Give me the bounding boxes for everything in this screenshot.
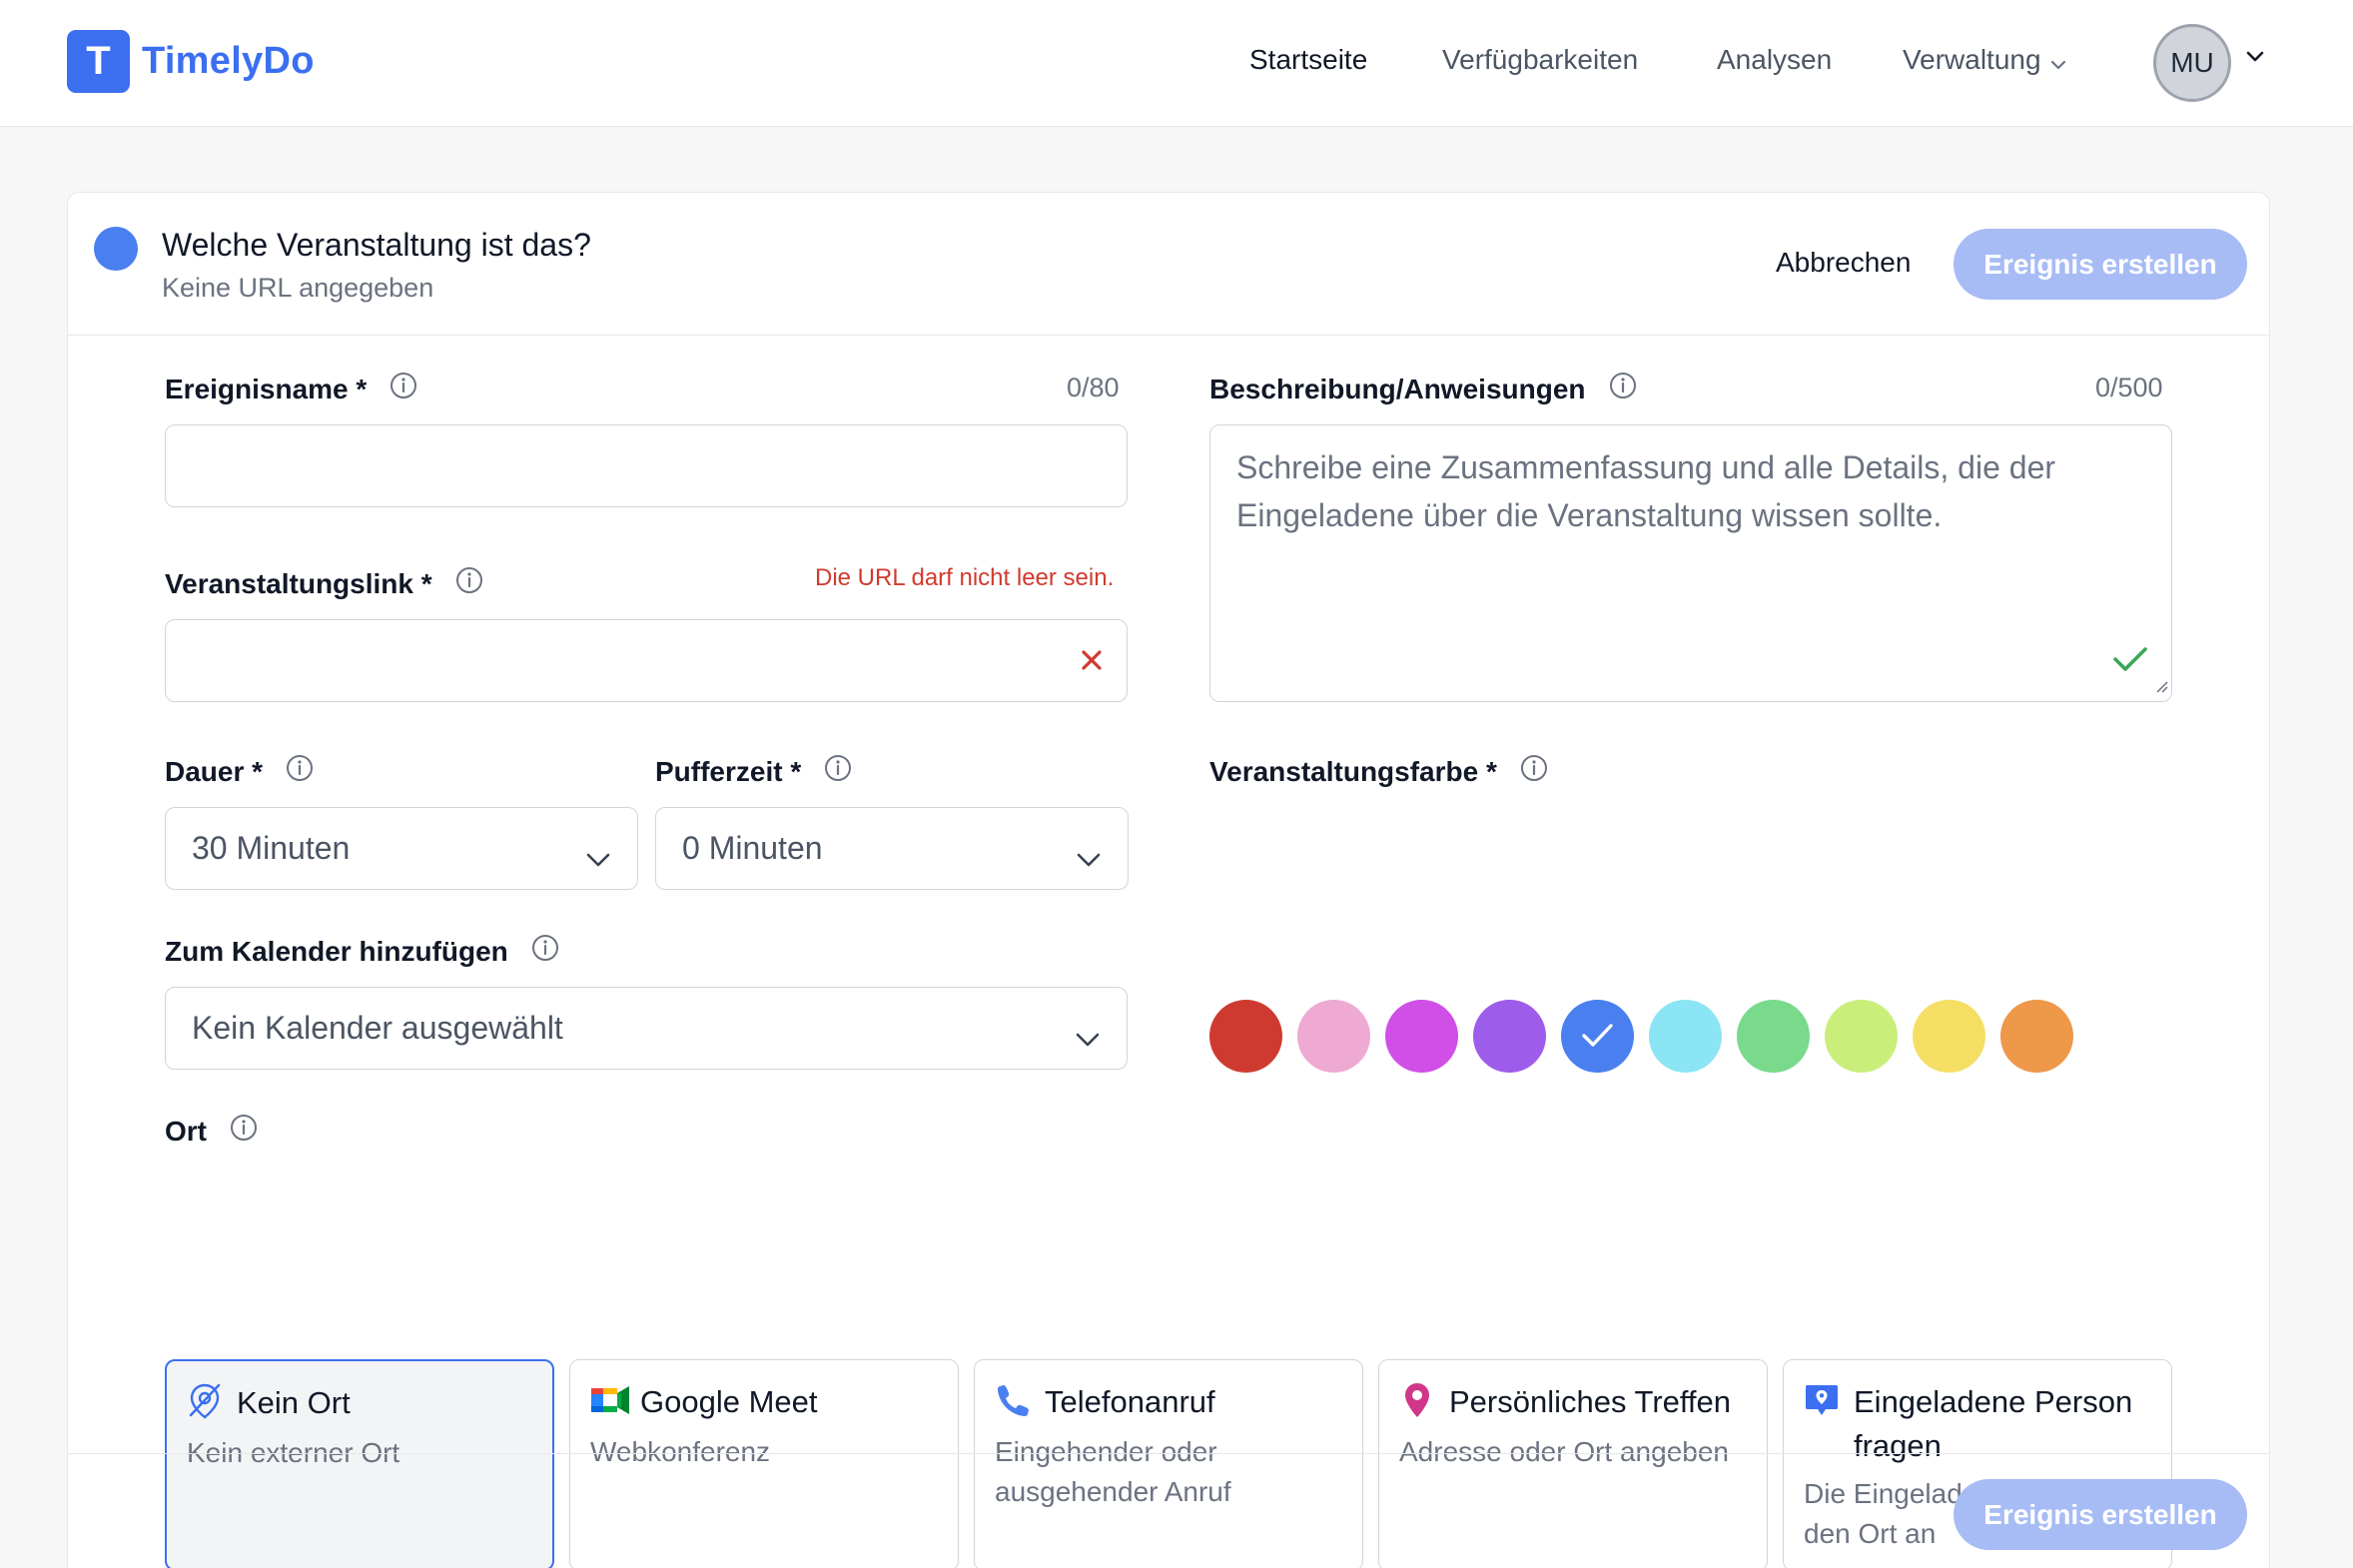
resize-handle-icon[interactable] bbox=[2154, 679, 2168, 698]
event-name-label: Ereignisname * bbox=[165, 371, 418, 407]
create-event-button-footer[interactable]: Ereignis erstellen bbox=[1954, 1479, 2247, 1550]
calendar-select[interactable]: Kein Kalender ausgewählt bbox=[165, 987, 1128, 1070]
info-icon[interactable] bbox=[229, 1113, 259, 1150]
description-label: Beschreibung/Anweisungen bbox=[1209, 371, 1638, 407]
logo-text: TimelyDo bbox=[142, 40, 315, 82]
description-label-text: Beschreibung/Anweisungen bbox=[1209, 373, 1586, 404]
check-icon bbox=[2111, 644, 2149, 679]
event-link-label: Veranstaltungslink * bbox=[165, 565, 484, 602]
color-swatch[interactable] bbox=[2000, 1000, 2073, 1073]
color-swatch[interactable] bbox=[1385, 1000, 1458, 1073]
cancel-button[interactable]: Abbrechen bbox=[1776, 247, 1911, 279]
no-location-icon bbox=[185, 1381, 225, 1421]
event-link-input[interactable] bbox=[165, 619, 1128, 702]
avatar[interactable]: MU bbox=[2153, 24, 2231, 102]
location-desc: Eingehender oder ausgehender Anruf bbox=[995, 1436, 1231, 1507]
chevron-down-icon bbox=[585, 840, 611, 877]
info-icon[interactable] bbox=[1608, 371, 1638, 407]
color-label: Veranstaltungsfarbe * bbox=[1209, 753, 1549, 790]
top-navigation: T TimelyDo Startseite Verfügbarkeiten An… bbox=[0, 0, 2353, 127]
color-swatch[interactable] bbox=[1649, 1000, 1722, 1073]
color-swatch[interactable] bbox=[1913, 1000, 1985, 1073]
color-swatch[interactable] bbox=[1825, 1000, 1898, 1073]
buffer-label: Pufferzeit * bbox=[655, 753, 853, 790]
calendar-value: Kein Kalender ausgewählt bbox=[192, 1010, 563, 1046]
event-link-error: Die URL darf nicht leer sein. bbox=[815, 564, 1115, 591]
chevron-down-icon bbox=[2049, 46, 2067, 78]
event-name-input[interactable] bbox=[165, 424, 1128, 507]
nav-admin-label: Verwaltung bbox=[1903, 44, 2041, 75]
location-title: Telefonanruf bbox=[1045, 1384, 1215, 1419]
location-title: Persönliches Treffen bbox=[1449, 1384, 1732, 1419]
nav-home[interactable]: Startseite bbox=[1249, 44, 1367, 76]
buffer-value: 0 Minuten bbox=[682, 830, 823, 866]
location-title: Google Meet bbox=[640, 1384, 818, 1419]
location-title: Eingeladene Person fragen bbox=[1854, 1384, 2133, 1463]
create-event-button[interactable]: Ereignis erstellen bbox=[1954, 229, 2247, 300]
location-option-phone[interactable]: Telefonanruf Eingehender oder ausgehende… bbox=[974, 1359, 1363, 1568]
info-icon[interactable] bbox=[285, 753, 315, 790]
duration-select[interactable]: 30 Minuten bbox=[165, 807, 638, 890]
info-icon[interactable] bbox=[530, 933, 560, 970]
description-placeholder: Schreibe eine Zusammenfassung und alle D… bbox=[1236, 449, 2056, 533]
buffer-select[interactable]: 0 Minuten bbox=[655, 807, 1129, 890]
color-swatch[interactable] bbox=[1737, 1000, 1810, 1073]
event-link-label-text: Veranstaltungslink * bbox=[165, 567, 432, 599]
location-label: Ort bbox=[165, 1113, 259, 1150]
event-form-card: Welche Veranstaltung ist das? Keine URL … bbox=[67, 192, 2270, 1568]
color-swatch[interactable] bbox=[1561, 1000, 1634, 1073]
page-subtitle: Keine URL angegeben bbox=[162, 273, 434, 303]
location-desc: Adresse oder Ort angeben bbox=[1399, 1436, 1729, 1467]
calendar-label-text: Zum Kalender hinzufügen bbox=[165, 935, 508, 967]
info-icon[interactable] bbox=[1519, 753, 1549, 790]
buffer-label-text: Pufferzeit * bbox=[655, 755, 802, 787]
nav-analytics[interactable]: Analysen bbox=[1717, 44, 1832, 76]
location-bubble-icon bbox=[1802, 1380, 1842, 1420]
event-color-indicator bbox=[94, 227, 138, 271]
location-label-text: Ort bbox=[165, 1115, 207, 1147]
event-name-counter: 0/80 bbox=[1067, 373, 1120, 402]
color-swatch[interactable] bbox=[1473, 1000, 1546, 1073]
location-option-none[interactable]: Kein Ort Kein externer Ort bbox=[165, 1359, 554, 1568]
error-x-icon bbox=[1079, 647, 1105, 678]
calendar-label: Zum Kalender hinzufügen bbox=[165, 933, 560, 970]
location-desc: Webkonferenz bbox=[590, 1436, 771, 1467]
nav-admin[interactable]: Verwaltung bbox=[1903, 44, 2067, 78]
color-swatch[interactable] bbox=[1297, 1000, 1370, 1073]
duration-label-text: Dauer * bbox=[165, 755, 264, 787]
logo[interactable]: T TimelyDo bbox=[67, 30, 315, 93]
description-textarea[interactable]: Schreibe eine Zusammenfassung und alle D… bbox=[1209, 424, 2172, 702]
page-title: Welche Veranstaltung ist das? bbox=[162, 227, 591, 263]
duration-label: Dauer * bbox=[165, 753, 315, 790]
check-icon bbox=[1582, 1024, 1613, 1047]
avatar-chevron-down-icon[interactable] bbox=[2245, 50, 2265, 69]
chevron-down-icon bbox=[1075, 1020, 1101, 1057]
location-option-in-person[interactable]: Persönliches Treffen Adresse oder Ort an… bbox=[1378, 1359, 1768, 1568]
card-header: Welche Veranstaltung ist das? Keine URL … bbox=[68, 193, 2269, 336]
info-icon[interactable] bbox=[454, 565, 484, 602]
info-icon[interactable] bbox=[823, 753, 853, 790]
event-name-label-text: Ereignisname * bbox=[165, 373, 368, 404]
google-meet-icon bbox=[588, 1380, 629, 1420]
color-swatch[interactable] bbox=[1209, 1000, 1282, 1073]
location-title: Kein Ort bbox=[237, 1385, 351, 1420]
duration-value: 30 Minuten bbox=[192, 830, 351, 866]
phone-icon bbox=[993, 1380, 1033, 1420]
color-label-text: Veranstaltungsfarbe * bbox=[1209, 755, 1497, 787]
description-counter: 0/500 bbox=[2095, 373, 2163, 402]
nav-availability[interactable]: Verfügbarkeiten bbox=[1442, 44, 1638, 76]
logo-mark: T bbox=[67, 30, 130, 93]
map-pin-icon bbox=[1397, 1380, 1437, 1420]
chevron-down-icon bbox=[1076, 840, 1102, 877]
info-icon[interactable] bbox=[389, 371, 418, 407]
footer-divider bbox=[68, 1453, 2269, 1454]
location-option-google-meet[interactable]: Google Meet Webkonferenz bbox=[569, 1359, 959, 1568]
